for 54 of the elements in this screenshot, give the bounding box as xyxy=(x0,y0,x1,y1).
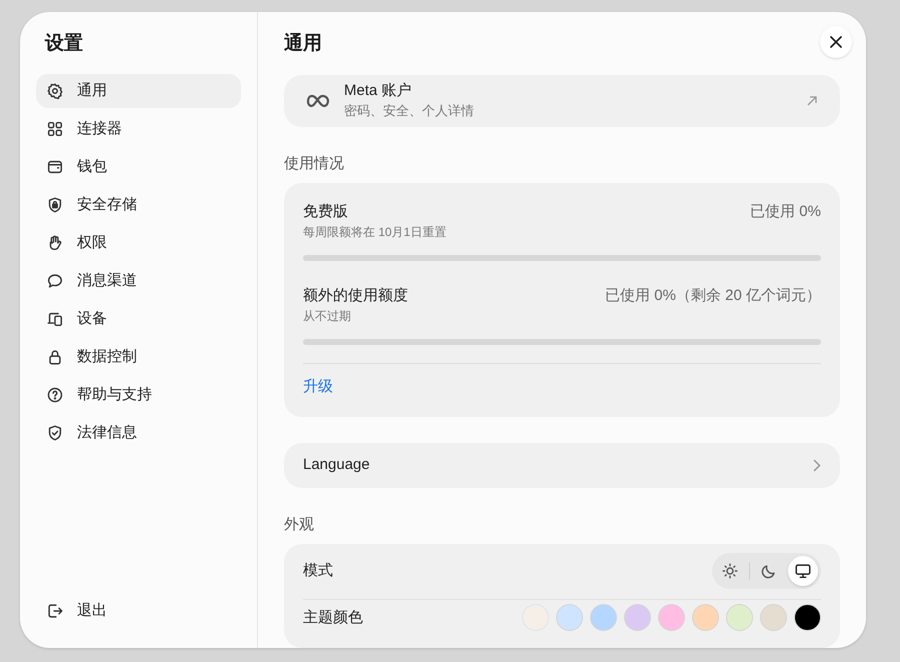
monitor-icon xyxy=(794,562,812,580)
theme-picture-swatch[interactable] xyxy=(522,604,549,632)
page-title: 通用 xyxy=(284,32,322,56)
sidebar-item[interactable]: 钱包 xyxy=(36,150,241,184)
account-subtitle: 密码、安全、个人详情 xyxy=(344,102,475,120)
external-arrow-icon xyxy=(806,95,818,108)
close-button[interactable] xyxy=(820,26,852,58)
chevron-right-icon xyxy=(813,458,821,472)
sidebar-item[interactable]: 法律信息 xyxy=(36,416,241,450)
color-swatch[interactable] xyxy=(658,604,685,632)
account-card[interactable]: Meta 账户 密码、安全、个人详情 xyxy=(284,75,840,128)
meter-reading: 已使用 0% xyxy=(750,202,821,222)
color-swatch[interactable] xyxy=(726,604,753,632)
section-heading: 外观 xyxy=(284,514,315,535)
account-title: Meta 账户 xyxy=(344,81,413,102)
sidebar-item[interactable]: 连接器 xyxy=(36,112,241,146)
sidebar-item[interactable]: 数据控制 xyxy=(36,340,241,374)
language-row[interactable]: Language xyxy=(284,442,840,488)
close-icon xyxy=(829,35,843,49)
color-swatch[interactable] xyxy=(590,604,617,632)
color-swatch[interactable] xyxy=(624,604,651,632)
chat-bubble-icon xyxy=(46,272,64,290)
meter-reading: 已使用 0%（剩余 20 亿个词元） xyxy=(605,286,821,306)
logout-button[interactable]: 退出 xyxy=(36,594,241,628)
sidebar-item[interactable]: 安全存储 xyxy=(36,188,241,222)
sun-icon xyxy=(721,562,739,580)
sidebar-title: 设置 xyxy=(44,32,84,56)
mode-option[interactable] xyxy=(788,556,818,586)
theme-color-label: 主题颜色 xyxy=(303,608,363,628)
infinity-logo-icon xyxy=(306,94,330,108)
gear-icon xyxy=(46,82,64,100)
section-heading: 使用情况 xyxy=(284,154,345,174)
sidebar-item[interactable]: 权限 xyxy=(36,226,241,260)
meter-name: 额外的使用额度 xyxy=(303,286,408,306)
devices-icon xyxy=(46,310,64,328)
upgrade-link[interactable]: 升级 xyxy=(303,376,333,399)
help-icon xyxy=(46,386,64,404)
meter-note: 每周限额将在 10月1日重置 xyxy=(303,224,446,242)
meter-note: 从不过期 xyxy=(303,308,352,326)
color-swatch[interactable] xyxy=(760,604,787,632)
sidebar-item[interactable]: 消息渠道 xyxy=(36,264,241,298)
color-swatch[interactable] xyxy=(794,604,821,632)
color-swatch[interactable] xyxy=(556,604,583,632)
shield-lock-icon xyxy=(46,196,64,214)
sidebar-item[interactable]: 通用 xyxy=(36,74,241,108)
logout-icon xyxy=(46,602,64,620)
shield-check-icon xyxy=(46,424,64,442)
meter-name: 免费版 xyxy=(303,202,349,222)
sidebar-item[interactable]: 帮助与支持 xyxy=(36,378,241,412)
grid-icon xyxy=(46,120,64,138)
color-swatch[interactable] xyxy=(692,604,719,632)
sidebar-item[interactable]: 设备 xyxy=(36,302,241,336)
mode-label: 模式 xyxy=(303,560,333,581)
wallet-icon xyxy=(46,158,64,176)
